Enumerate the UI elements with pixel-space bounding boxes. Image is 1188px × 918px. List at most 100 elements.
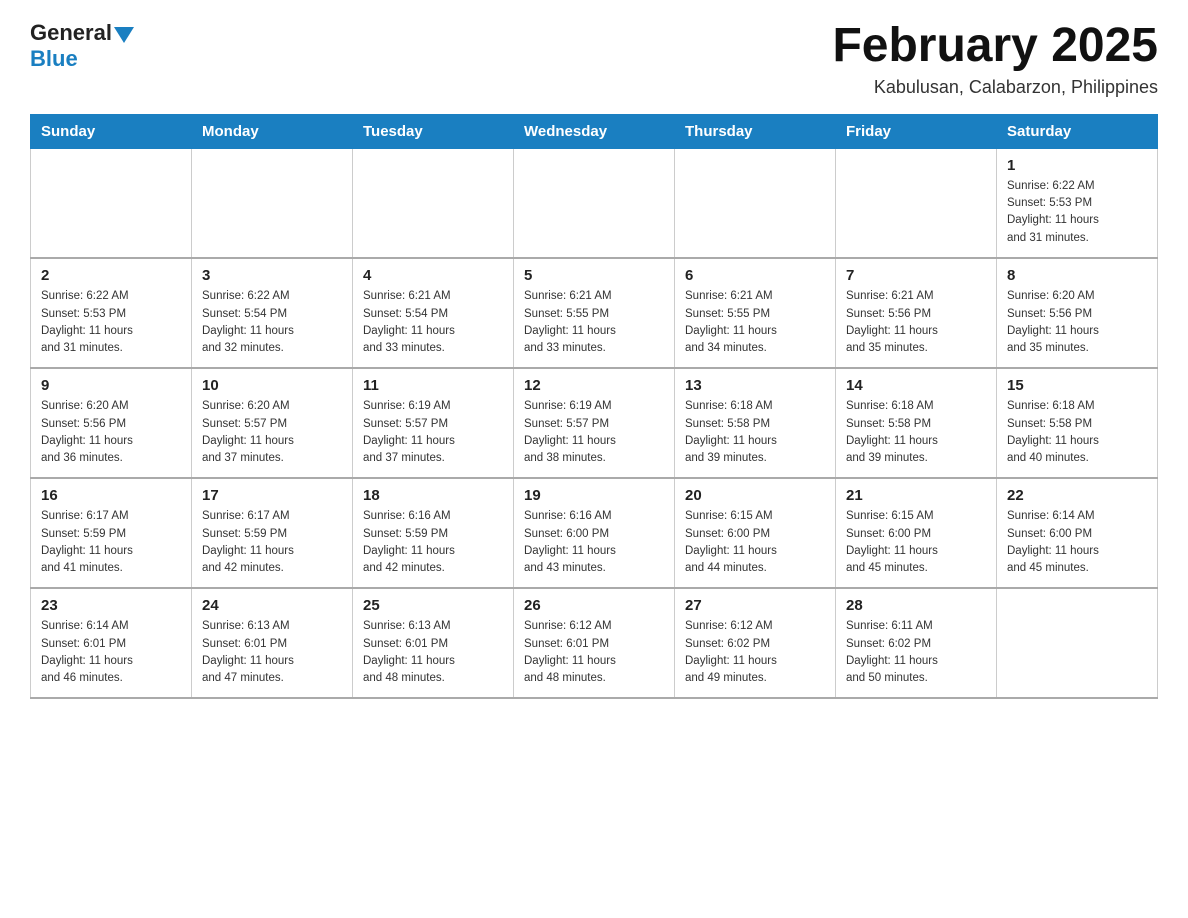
calendar-cell [192,148,353,258]
calendar-cell: 27 Sunrise: 6:12 AM Sunset: 6:02 PM Dayli… [675,588,836,698]
calendar-week-row: 9 Sunrise: 6:20 AM Sunset: 5:56 PM Daylig… [31,368,1158,478]
logo-blue-text: Blue [30,46,78,72]
calendar-cell: 26 Sunrise: 6:12 AM Sunset: 6:01 PM Dayli… [514,588,675,698]
day-info: Sunrise: 6:22 AM Sunset: 5:53 PM Dayligh… [41,288,181,357]
day-info: Sunrise: 6:14 AM Sunset: 6:00 PM Dayligh… [1007,508,1147,577]
calendar-cell: 13Sunrise: 6:18 AM Sunset: 5:58 PM Dayli… [675,368,836,478]
day-number: 24 [202,597,342,614]
day-number: 6 [685,267,825,284]
day-number: 17 [202,487,342,504]
calendar-cell: 9 Sunrise: 6:20 AM Sunset: 5:56 PM Daylig… [31,368,192,478]
day-info: Sunrise: 6:15 AM Sunset: 6:00 PM Dayligh… [685,508,825,577]
weekday-header-saturday: Saturday [997,114,1158,148]
calendar-cell: 1 Sunrise: 6:22 AM Sunset: 5:53 PM Daylig… [997,148,1158,258]
day-info: Sunrise: 6:11 AM Sunset: 6:02 PM Dayligh… [846,618,986,687]
day-number: 10 [202,377,342,394]
day-info: Sunrise: 6:19 AM Sunset: 5:57 PM Dayligh… [524,398,664,467]
day-number: 3 [202,267,342,284]
day-number: 19 [524,487,664,504]
day-number: 4 [363,267,503,284]
weekday-header-friday: Friday [836,114,997,148]
calendar-cell: 21 Sunrise: 6:15 AM Sunset: 6:00 PM Dayli… [836,478,997,588]
day-number: 7 [846,267,986,284]
day-number: 21 [846,487,986,504]
calendar-week-row: 16 Sunrise: 6:17 AM Sunset: 5:59 PM Dayli… [31,478,1158,588]
calendar-cell: 19 Sunrise: 6:16 AM Sunset: 6:00 PM Dayli… [514,478,675,588]
title-section: February 2025 Kabulusan, Calabarzon, Phi… [832,20,1158,98]
calendar-cell: 2Sunrise: 6:22 AM Sunset: 5:53 PM Daylig… [31,258,192,368]
day-number: 1 [1007,157,1147,174]
day-number: 5 [524,267,664,284]
weekday-header-wednesday: Wednesday [514,114,675,148]
calendar-cell: 16 Sunrise: 6:17 AM Sunset: 5:59 PM Dayli… [31,478,192,588]
day-number: 15 [1007,377,1147,394]
weekday-header-sunday: Sunday [31,114,192,148]
calendar-cell [514,148,675,258]
day-info: Sunrise: 6:12 AM Sunset: 6:01 PM Dayligh… [524,618,664,687]
calendar-cell: 8 Sunrise: 6:20 AM Sunset: 5:56 PM Daylig… [997,258,1158,368]
calendar-week-row: 1 Sunrise: 6:22 AM Sunset: 5:53 PM Daylig… [31,148,1158,258]
day-info: Sunrise: 6:21 AM Sunset: 5:54 PM Dayligh… [363,288,503,357]
day-info: Sunrise: 6:22 AM Sunset: 5:53 PM Dayligh… [1007,178,1147,247]
day-info: Sunrise: 6:17 AM Sunset: 5:59 PM Dayligh… [202,508,342,577]
page-header: General Blue February 2025 Kabulusan, Ca… [30,20,1158,98]
day-number: 8 [1007,267,1147,284]
calendar-cell: 6 Sunrise: 6:21 AM Sunset: 5:55 PM Daylig… [675,258,836,368]
day-info: Sunrise: 6:20 AM Sunset: 5:56 PM Dayligh… [1007,288,1147,357]
day-info: Sunrise: 6:15 AM Sunset: 6:00 PM Dayligh… [846,508,986,577]
day-number: 16 [41,487,181,504]
calendar-cell: 20 Sunrise: 6:15 AM Sunset: 6:00 PM Dayli… [675,478,836,588]
calendar-cell: 14 Sunrise: 6:18 AM Sunset: 5:58 PM Dayli… [836,368,997,478]
weekday-header-row: SundayMondayTuesdayWednesdayThursdayFrid… [31,114,1158,148]
calendar-cell: 11Sunrise: 6:19 AM Sunset: 5:57 PM Dayli… [353,368,514,478]
day-info: Sunrise: 6:21 AM Sunset: 5:56 PM Dayligh… [846,288,986,357]
calendar-cell: 23Sunrise: 6:14 AM Sunset: 6:01 PM Dayli… [31,588,192,698]
calendar-cell: 18 Sunrise: 6:16 AM Sunset: 5:59 PM Dayli… [353,478,514,588]
day-number: 14 [846,377,986,394]
day-number: 20 [685,487,825,504]
day-number: 12 [524,377,664,394]
calendar-week-row: 23Sunrise: 6:14 AM Sunset: 6:01 PM Dayli… [31,588,1158,698]
calendar-cell: 7 Sunrise: 6:21 AM Sunset: 5:56 PM Daylig… [836,258,997,368]
calendar-cell: 4 Sunrise: 6:21 AM Sunset: 5:54 PM Daylig… [353,258,514,368]
day-info: Sunrise: 6:17 AM Sunset: 5:59 PM Dayligh… [41,508,181,577]
calendar-cell: 12 Sunrise: 6:19 AM Sunset: 5:57 PM Dayli… [514,368,675,478]
calendar-week-row: 2Sunrise: 6:22 AM Sunset: 5:53 PM Daylig… [31,258,1158,368]
calendar-cell: 22Sunrise: 6:14 AM Sunset: 6:00 PM Dayli… [997,478,1158,588]
day-number: 26 [524,597,664,614]
day-number: 11 [363,377,503,394]
logo-triangle-icon [114,27,134,43]
day-info: Sunrise: 6:16 AM Sunset: 5:59 PM Dayligh… [363,508,503,577]
calendar-cell: 10Sunrise: 6:20 AM Sunset: 5:57 PM Dayli… [192,368,353,478]
day-info: Sunrise: 6:16 AM Sunset: 6:00 PM Dayligh… [524,508,664,577]
day-info: Sunrise: 6:13 AM Sunset: 6:01 PM Dayligh… [202,618,342,687]
day-info: Sunrise: 6:12 AM Sunset: 6:02 PM Dayligh… [685,618,825,687]
calendar-cell: 3 Sunrise: 6:22 AM Sunset: 5:54 PM Daylig… [192,258,353,368]
location-subtitle: Kabulusan, Calabarzon, Philippines [832,77,1158,98]
day-info: Sunrise: 6:18 AM Sunset: 5:58 PM Dayligh… [846,398,986,467]
day-info: Sunrise: 6:18 AM Sunset: 5:58 PM Dayligh… [685,398,825,467]
day-info: Sunrise: 6:20 AM Sunset: 5:56 PM Dayligh… [41,398,181,467]
day-number: 27 [685,597,825,614]
month-year-title: February 2025 [832,20,1158,73]
day-number: 28 [846,597,986,614]
calendar-table: SundayMondayTuesdayWednesdayThursdayFrid… [30,114,1158,700]
calendar-cell [836,148,997,258]
calendar-cell: 5 Sunrise: 6:21 AM Sunset: 5:55 PM Daylig… [514,258,675,368]
day-info: Sunrise: 6:22 AM Sunset: 5:54 PM Dayligh… [202,288,342,357]
calendar-cell: 24 Sunrise: 6:13 AM Sunset: 6:01 PM Dayli… [192,588,353,698]
day-info: Sunrise: 6:21 AM Sunset: 5:55 PM Dayligh… [685,288,825,357]
weekday-header-tuesday: Tuesday [353,114,514,148]
logo-general-text: General [30,20,112,46]
calendar-cell [675,148,836,258]
day-number: 18 [363,487,503,504]
day-number: 23 [41,597,181,614]
logo: General Blue [30,20,134,72]
calendar-cell [997,588,1158,698]
day-number: 9 [41,377,181,394]
day-info: Sunrise: 6:21 AM Sunset: 5:55 PM Dayligh… [524,288,664,357]
day-info: Sunrise: 6:13 AM Sunset: 6:01 PM Dayligh… [363,618,503,687]
calendar-cell: 17 Sunrise: 6:17 AM Sunset: 5:59 PM Dayli… [192,478,353,588]
calendar-cell [31,148,192,258]
day-info: Sunrise: 6:18 AM Sunset: 5:58 PM Dayligh… [1007,398,1147,467]
